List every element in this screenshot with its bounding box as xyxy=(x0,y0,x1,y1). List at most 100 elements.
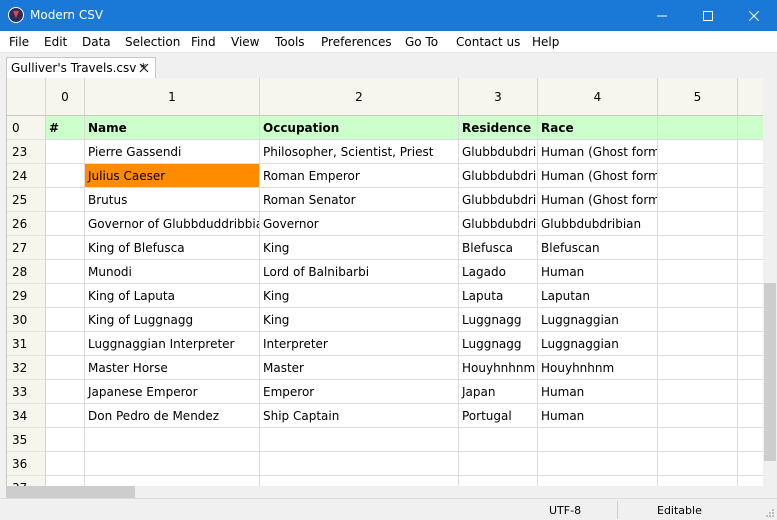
table-cell[interactable] xyxy=(658,308,738,332)
table-cell[interactable]: Luggnaggian xyxy=(538,308,658,332)
table-cell[interactable]: Luggnagg xyxy=(459,308,538,332)
table-cell-empty[interactable] xyxy=(738,212,763,236)
row-header[interactable]: 36 xyxy=(7,452,46,476)
column-header[interactable]: 5 xyxy=(658,78,738,116)
table-cell[interactable] xyxy=(46,404,85,428)
menu-selection[interactable]: Selection xyxy=(125,35,180,49)
table-cell[interactable] xyxy=(538,476,658,486)
row-header[interactable]: 0 xyxy=(7,116,46,140)
table-cell[interactable]: Brutus xyxy=(85,188,260,212)
table-cell[interactable]: King xyxy=(260,236,459,260)
table-cell[interactable]: King of Blefusca xyxy=(85,236,260,260)
header-cell[interactable] xyxy=(658,116,738,140)
table-cell[interactable]: Human xyxy=(538,404,658,428)
table-cell[interactable]: Governor of Glubbduddribbian xyxy=(85,212,260,236)
table-cell-empty[interactable] xyxy=(738,476,763,486)
table-cell-empty[interactable] xyxy=(738,332,763,356)
column-header[interactable]: 3 xyxy=(459,78,538,116)
table-cell[interactable] xyxy=(658,236,738,260)
header-cell[interactable]: # xyxy=(46,116,85,140)
menu-view[interactable]: View xyxy=(231,35,259,49)
table-cell[interactable]: Human (Ghost form) xyxy=(538,188,658,212)
table-cell[interactable]: Luggnaggian xyxy=(538,332,658,356)
modern-csv-app-icon[interactable] xyxy=(8,7,24,23)
table-cell[interactable] xyxy=(85,476,260,486)
table-cell[interactable] xyxy=(658,476,738,486)
table-cell-empty[interactable] xyxy=(738,404,763,428)
table-cell[interactable]: Glubbdubdribian xyxy=(538,212,658,236)
table-cell[interactable]: King xyxy=(260,284,459,308)
menu-tools[interactable]: Tools xyxy=(275,35,305,49)
table-cell-empty[interactable] xyxy=(738,428,763,452)
table-cell[interactable]: Houyhnhnm xyxy=(459,356,538,380)
menu-contact-us[interactable]: Contact us xyxy=(456,35,520,49)
header-cell[interactable]: Occupation xyxy=(260,116,459,140)
minimize-button[interactable] xyxy=(639,0,685,31)
table-cell[interactable] xyxy=(658,428,738,452)
table-cell[interactable] xyxy=(85,452,260,476)
table-cell[interactable]: King of Laputa xyxy=(85,284,260,308)
table-cell[interactable]: Glubbdubdrib xyxy=(459,164,538,188)
column-header[interactable]: 2 xyxy=(260,78,459,116)
horizontal-scrollbar[interactable] xyxy=(6,486,763,498)
row-header[interactable]: 35 xyxy=(7,428,46,452)
table-cell[interactable] xyxy=(658,356,738,380)
row-header[interactable]: 27 xyxy=(7,236,46,260)
table-cell[interactable] xyxy=(46,236,85,260)
menu-go-to[interactable]: Go To xyxy=(405,35,438,49)
table-cell[interactable]: Human (Ghost form) xyxy=(538,164,658,188)
menu-preferences[interactable]: Preferences xyxy=(321,35,392,49)
table-cell[interactable]: Glubbdubdrib xyxy=(459,188,538,212)
table-cell-empty[interactable] xyxy=(738,260,763,284)
table-cell[interactable]: Blefuscan xyxy=(538,236,658,260)
table-cell[interactable]: King xyxy=(260,308,459,332)
column-header[interactable]: 0 xyxy=(46,78,85,116)
table-cell[interactable]: Pierre Gassendi xyxy=(85,140,260,164)
vertical-scroll-thumb[interactable] xyxy=(764,283,776,461)
table-cell[interactable]: Don Pedro de Mendez xyxy=(85,404,260,428)
table-cell[interactable]: Glubbdubdrib xyxy=(459,140,538,164)
table-cell-empty[interactable] xyxy=(738,452,763,476)
table-cell[interactable]: Houyhnhnm xyxy=(538,356,658,380)
table-cell[interactable] xyxy=(538,428,658,452)
table-cell-empty[interactable] xyxy=(738,284,763,308)
table-cell-empty[interactable] xyxy=(738,236,763,260)
table-cell-empty[interactable] xyxy=(738,380,763,404)
table-cell[interactable]: Julius Caeser xyxy=(85,164,260,188)
header-cell[interactable]: Name xyxy=(85,116,260,140)
table-cell[interactable] xyxy=(46,332,85,356)
resize-grip-icon[interactable] xyxy=(765,508,775,518)
table-cell[interactable] xyxy=(658,380,738,404)
table-cell[interactable] xyxy=(46,284,85,308)
title-bar[interactable]: Modern CSV xyxy=(0,0,777,31)
table-cell[interactable] xyxy=(46,428,85,452)
menu-edit[interactable]: Edit xyxy=(44,35,67,49)
table-cell[interactable] xyxy=(658,332,738,356)
table-cell[interactable]: Luggnaggian Interpreter xyxy=(85,332,260,356)
table-cell-empty[interactable] xyxy=(738,188,763,212)
encoding-status[interactable]: UTF-8 xyxy=(549,504,581,517)
table-cell[interactable] xyxy=(658,404,738,428)
table-cell[interactable] xyxy=(46,188,85,212)
table-cell[interactable]: Human xyxy=(538,380,658,404)
table-cell[interactable]: Glubbdubdrib xyxy=(459,212,538,236)
table-cell[interactable] xyxy=(658,284,738,308)
table-cell[interactable]: King of Luggnagg xyxy=(85,308,260,332)
table-cell[interactable]: Japanese Emperor xyxy=(85,380,260,404)
table-cell[interactable]: Lord of Balnibarbi xyxy=(260,260,459,284)
table-cell[interactable]: Philosopher, Scientist, Priest xyxy=(260,140,459,164)
column-header[interactable]: 4 xyxy=(538,78,658,116)
table-cell[interactable]: Interpreter xyxy=(260,332,459,356)
table-cell[interactable] xyxy=(658,212,738,236)
table-cell[interactable] xyxy=(46,212,85,236)
row-header[interactable]: 34 xyxy=(7,404,46,428)
header-cell[interactable]: Residence xyxy=(459,116,538,140)
table-cell[interactable] xyxy=(46,140,85,164)
table-cell[interactable] xyxy=(46,356,85,380)
menu-data[interactable]: Data xyxy=(82,35,111,49)
table-cell[interactable] xyxy=(46,308,85,332)
table-cell[interactable] xyxy=(46,260,85,284)
table-cell[interactable]: Roman Emperor xyxy=(260,164,459,188)
row-header[interactable]: 28 xyxy=(7,260,46,284)
table-cell[interactable] xyxy=(46,476,85,486)
